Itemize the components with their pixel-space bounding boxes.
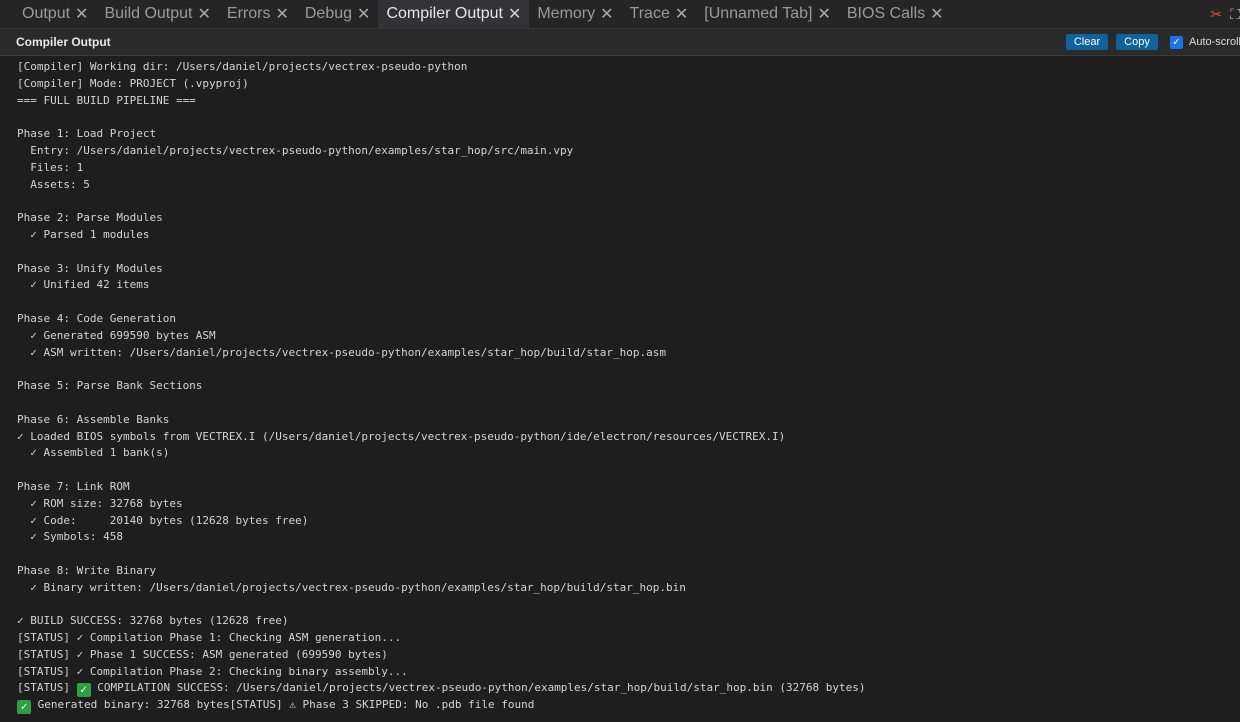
close-icon[interactable]: ✕ [275, 4, 288, 24]
tab-label: Debug [304, 5, 353, 22]
log-line: ✓ Generated 699590 bytes ASM [17, 328, 216, 342]
tab-label: Memory [537, 5, 596, 22]
log-line: ✓ Code: 20140 bytes (12628 bytes free) [17, 513, 309, 527]
close-icon[interactable]: ✕ [357, 4, 370, 24]
log-line: ✓ Binary written: /Users/daniel/projects… [17, 580, 686, 594]
maximize-icon[interactable]: ⛶ [1230, 6, 1240, 23]
close-icon[interactable]: ✕ [817, 4, 830, 24]
log-line: Phase 3: Unify Modules [17, 261, 163, 275]
log-line: Files: 1 [17, 160, 84, 174]
clear-button[interactable]: Clear [1066, 34, 1108, 50]
log-line: ✓ Loaded BIOS symbols from VECTREX.I (/U… [17, 429, 786, 443]
close-icon[interactable]: ✕ [930, 4, 943, 24]
log-line: ✓ Assembled 1 bank(s) [17, 446, 170, 460]
log-line: ✓ ASM written: /Users/daniel/projects/ve… [17, 345, 667, 359]
tab-label: BIOS Calls [846, 5, 926, 22]
log-line: ✓ Unified 42 items [17, 278, 150, 292]
log-line: ✓ Generated binary: 32768 bytes[STATUS] … [17, 697, 1232, 715]
tab-label: Errors [226, 5, 271, 22]
panel-tab-bar: Output ✕ Build Output ✕ Errors ✕ Debug ✕ Compile… [0, 0, 1240, 29]
log-line: Phase 1: Load Project [17, 127, 157, 141]
log-line: Phase 5: Parse Bank Sections [17, 379, 203, 393]
tab-unnamed-tab[interactable]: [Unnamed Tab] ✕ [696, 0, 839, 28]
tab-label: [Unnamed Tab] [704, 5, 813, 22]
log-line: ✓ BUILD SUCCESS: 32768 bytes (12628 free… [17, 614, 289, 628]
check-mark-icon: ✓ [76, 683, 91, 698]
copy-button[interactable]: Copy [1116, 34, 1158, 50]
log-line: === FULL BUILD PIPELINE === [17, 93, 196, 107]
panel-header: Compiler Output [0, 29, 1240, 56]
log-line: Assets: 5 [17, 177, 90, 191]
close-icon[interactable]: ✕ [198, 4, 211, 24]
log-line: ✓ ROM size: 32768 bytes [17, 496, 183, 510]
log-line: ✓ Parsed 1 modules [17, 227, 150, 241]
check-mark-icon: ✓ [17, 700, 31, 715]
log-line: [Compiler] Working dir: /Users/daniel/pr… [17, 60, 468, 73]
tab-label: Output [22, 5, 71, 22]
tab-label: Build Output [104, 5, 193, 22]
close-icon[interactable]: ✕ [75, 4, 88, 24]
tab-trace[interactable]: Trace ✕ [622, 0, 697, 28]
tab-build-output[interactable]: Build Output ✕ [96, 0, 218, 28]
tab-memory[interactable]: Memory ✕ [529, 0, 621, 28]
tab-bar-actions: ✂ ⛶ [1210, 0, 1240, 29]
log-line: ✓ Symbols: 458 [17, 530, 123, 544]
tab-errors[interactable]: Errors ✕ [219, 0, 297, 28]
log-line: Phase 2: Parse Modules [17, 211, 163, 225]
log-line: [STATUS] ✓ Compilation Phase 2: Checking… [17, 664, 408, 678]
log-line: [STATUS] ✓ COMPILATION SUCCESS: /Users/d… [17, 681, 866, 698]
log-line: [STATUS] ✓ Phase 1 SUCCESS: ASM generate… [17, 647, 388, 661]
autoscroll-toggle[interactable]: ✓ Auto-scroll [1170, 35, 1240, 49]
tab-debug[interactable]: Debug ✕ [297, 0, 379, 28]
close-icon[interactable]: ✕ [508, 4, 521, 24]
autoscroll-checkbox[interactable]: ✓ [1170, 35, 1183, 49]
log-line: Phase 7: Link ROM [17, 479, 130, 493]
log-line: [STATUS] ✓ Compilation Phase 1: Checking… [17, 631, 402, 645]
tab-label: Compiler Output [386, 5, 503, 22]
log-line: [Compiler] Mode: PROJECT (.vpyproj) [17, 76, 249, 90]
tab-label: Trace [629, 5, 670, 22]
close-icon[interactable]: ✕ [600, 4, 613, 24]
compiler-output-log[interactable]: [Compiler] Working dir: /Users/daniel/pr… [17, 59, 1232, 719]
panel-title: Compiler Output [16, 35, 111, 49]
log-line: Phase 8: Write Binary [17, 563, 157, 577]
autoscroll-label: Auto-scroll [1189, 36, 1240, 48]
log-line: Phase 6: Assemble Banks [17, 412, 170, 426]
tab-output[interactable]: Output ✕ [14, 0, 96, 28]
tab-compiler-output[interactable]: Compiler Output ✕ [378, 0, 530, 28]
tab-bios-calls[interactable]: BIOS Calls ✕ [839, 0, 952, 28]
log-line: Entry: /Users/daniel/projects/vectrex-ps… [17, 143, 574, 157]
close-icon[interactable]: ✕ [675, 4, 688, 24]
log-line: Phase 4: Code Generation [17, 311, 176, 325]
pin-off-icon[interactable]: ✂ [1210, 6, 1222, 23]
